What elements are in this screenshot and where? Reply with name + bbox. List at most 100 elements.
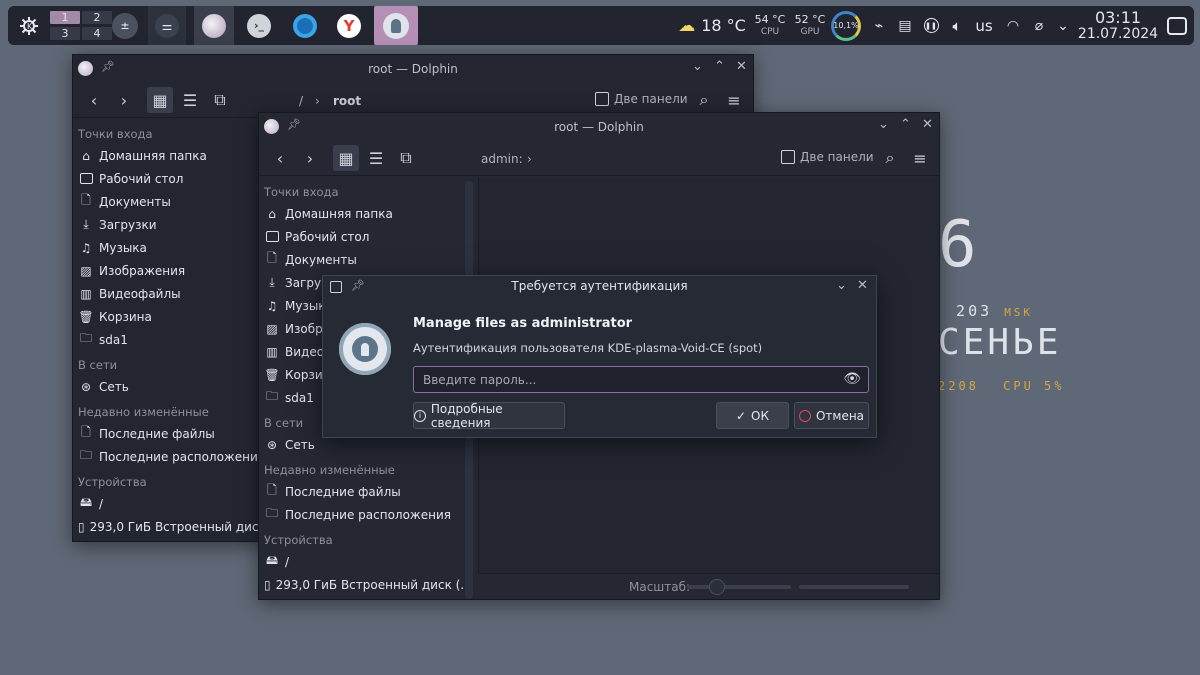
device-root[interactable]: 🖴︎ /: [73, 492, 278, 515]
place-recent-files[interactable]: 🗋︎ Последние файлы: [73, 422, 278, 445]
titlebar-back[interactable]: 📌︎ root — Dolphin ⌄ ⌃ ✕: [73, 55, 753, 82]
minimize-icon[interactable]: ⌄: [836, 278, 847, 293]
minimize-icon[interactable]: ⌄: [692, 59, 703, 74]
wifi-icon[interactable]: ◠: [1002, 6, 1024, 45]
icons-view-icon[interactable]: ▦: [333, 145, 359, 171]
desktop-3[interactable]: 3: [50, 27, 80, 41]
place-recent-files[interactable]: 🗋︎ Последние файлы: [259, 480, 464, 503]
task-calculator[interactable]: ±: [108, 6, 142, 45]
task-terminal[interactable]: ›_: [240, 6, 278, 45]
keyboard-layout[interactable]: us: [972, 6, 996, 45]
clipboard-icon[interactable]: ▤: [894, 6, 916, 45]
gpu-temp-value: 52 °C: [794, 12, 826, 26]
place-label: Домашняя папка: [285, 206, 393, 221]
terminal-icon: ›_: [247, 13, 271, 38]
cpu-load-ring[interactable]: 10,1%: [830, 6, 862, 45]
media-pause-icon[interactable]: ❚❚: [920, 6, 942, 45]
compact-view-icon[interactable]: ☰: [177, 87, 203, 113]
gpu-temp-label: GPU: [800, 26, 820, 37]
task-auth-dialog[interactable]: [374, 6, 418, 45]
show-password-eye-icon[interactable]: 👁︎: [843, 371, 861, 387]
task-yandex[interactable]: Y: [330, 6, 368, 45]
place-documents[interactable]: 🗋︎ Документы: [259, 248, 464, 271]
task-dolphin[interactable]: [194, 6, 234, 45]
yandex-icon: Y: [337, 13, 361, 38]
place-trash[interactable]: 🗑︎ Корзина: [73, 305, 278, 328]
place-documents[interactable]: 🗋︎ Документы: [73, 190, 278, 213]
show-desktop-button[interactable]: [1164, 6, 1190, 45]
maximize-icon[interactable]: ⌃: [714, 59, 725, 74]
tray-expand-chevron-icon[interactable]: ⌄: [1052, 6, 1074, 45]
volume-icon[interactable]: 🔈︎: [946, 6, 968, 45]
place-music[interactable]: ♫ Музыка: [73, 236, 278, 259]
breadcrumb-current[interactable]: root: [333, 94, 361, 108]
breadcrumb-current[interactable]: admin:: [481, 152, 523, 166]
place-desktop[interactable]: Рабочий стол: [73, 167, 278, 190]
place-network[interactable]: ⊛ Сеть: [73, 375, 278, 398]
device-root[interactable]: 🖴︎ /: [259, 550, 464, 573]
app-launcher-button[interactable]: K: [14, 6, 44, 45]
ok-label: ОК: [751, 408, 770, 423]
top-panel: K 1 2 3 4 ± ⚌ ›_ Y ☁ 18 °C 54 °C CPU 52 …: [8, 6, 1194, 45]
maximize-icon[interactable]: ⌃: [900, 117, 911, 132]
breadcrumb-root[interactable]: /: [299, 94, 303, 108]
compact-view-icon[interactable]: ☰: [363, 145, 389, 171]
desktop-1[interactable]: 1: [50, 10, 80, 24]
ok-button[interactable]: ✓ ОК: [716, 402, 789, 429]
task-browser[interactable]: [286, 6, 324, 45]
cpu-temp-label: CPU: [760, 26, 780, 37]
titlebar-front[interactable]: 📌︎ root — Dolphin ⌄ ⌃ ✕: [259, 113, 939, 140]
cancel-button[interactable]: Отмена: [794, 402, 869, 429]
section-recent: Недавно изменённые: [78, 405, 209, 419]
place-videos[interactable]: ▥ Видеофайлы: [73, 282, 278, 305]
zoom-slider[interactable]: [687, 585, 791, 589]
digital-clock[interactable]: 03:11 21.07.2024: [1076, 6, 1160, 45]
zoom-slider-handle[interactable]: [709, 579, 725, 595]
place-home[interactable]: ⌂ Домашняя папка: [73, 144, 278, 167]
hamburger-menu-icon[interactable]: ≡: [907, 145, 933, 171]
videos-icon: ▥: [80, 286, 92, 301]
weather-widget[interactable]: ☁ 18 °C: [672, 6, 752, 45]
dialog-titlebar[interactable]: 📌︎ Требуется аутентификация ⌄ ✕: [323, 276, 876, 298]
place-sda1[interactable]: 🗀︎ sda1: [73, 328, 278, 351]
place-label: Документы: [99, 194, 171, 209]
details-button[interactable]: i Подробные сведения: [413, 402, 565, 430]
breadcrumb-separator-icon: ›: [315, 94, 320, 108]
place-home[interactable]: ⌂ Домашняя папка: [259, 202, 464, 225]
gpu-temp-widget: 52 °C GPU: [792, 6, 828, 45]
breadcrumb-separator-icon: ›: [527, 152, 532, 166]
place-pictures[interactable]: ▨ Изображения: [73, 259, 278, 282]
split-view-button[interactable]: Две панели: [595, 92, 688, 106]
close-icon[interactable]: ✕: [857, 278, 868, 293]
password-placeholder: Введите пароль...: [423, 373, 537, 387]
search-icon[interactable]: ⌕: [877, 145, 903, 171]
device-disk[interactable]: ▯ 293,0 ГиБ Встроенный диск (...: [259, 573, 472, 596]
details-view-icon[interactable]: ⧉: [393, 145, 419, 171]
close-icon[interactable]: ✕: [922, 117, 933, 132]
music-icon: ♫: [266, 298, 278, 313]
minimize-icon[interactable]: ⌄: [878, 117, 889, 132]
task-settings[interactable]: ⚌: [148, 6, 186, 45]
home-icon: ⌂: [82, 148, 90, 163]
section-devices: Устройства: [264, 533, 333, 547]
forward-chevron-icon[interactable]: ›: [111, 87, 137, 113]
place-desktop[interactable]: Рабочий стол: [259, 225, 464, 248]
kde-connect-icon[interactable]: ⌁: [868, 6, 890, 45]
details-view-icon[interactable]: ⧉: [207, 87, 233, 113]
hamburger-menu-icon[interactable]: ≡: [721, 87, 747, 113]
desktop-icon: [264, 229, 280, 245]
split-view-button[interactable]: Две панели: [781, 150, 874, 164]
back-chevron-icon[interactable]: ‹: [81, 87, 107, 113]
notifications-off-icon[interactable]: ⌀: [1028, 6, 1050, 45]
search-icon[interactable]: ⌕: [691, 87, 717, 113]
place-recent-locations[interactable]: 🗀︎ Последние расположения: [259, 503, 464, 526]
place-recent-locations[interactable]: 🗀︎ Последние расположения: [73, 445, 278, 468]
place-downloads[interactable]: ⤓ Загрузки: [73, 213, 278, 236]
place-label: Документы: [285, 252, 357, 267]
password-field[interactable]: Введите пароль... 👁︎: [413, 366, 869, 393]
forward-chevron-icon[interactable]: ›: [297, 145, 323, 171]
back-chevron-icon[interactable]: ‹: [267, 145, 293, 171]
close-icon[interactable]: ✕: [736, 59, 747, 74]
icons-view-icon[interactable]: ▦: [147, 87, 173, 113]
device-disk[interactable]: ▯ 293,0 ГиБ Встроенный диск (...: [73, 515, 286, 538]
